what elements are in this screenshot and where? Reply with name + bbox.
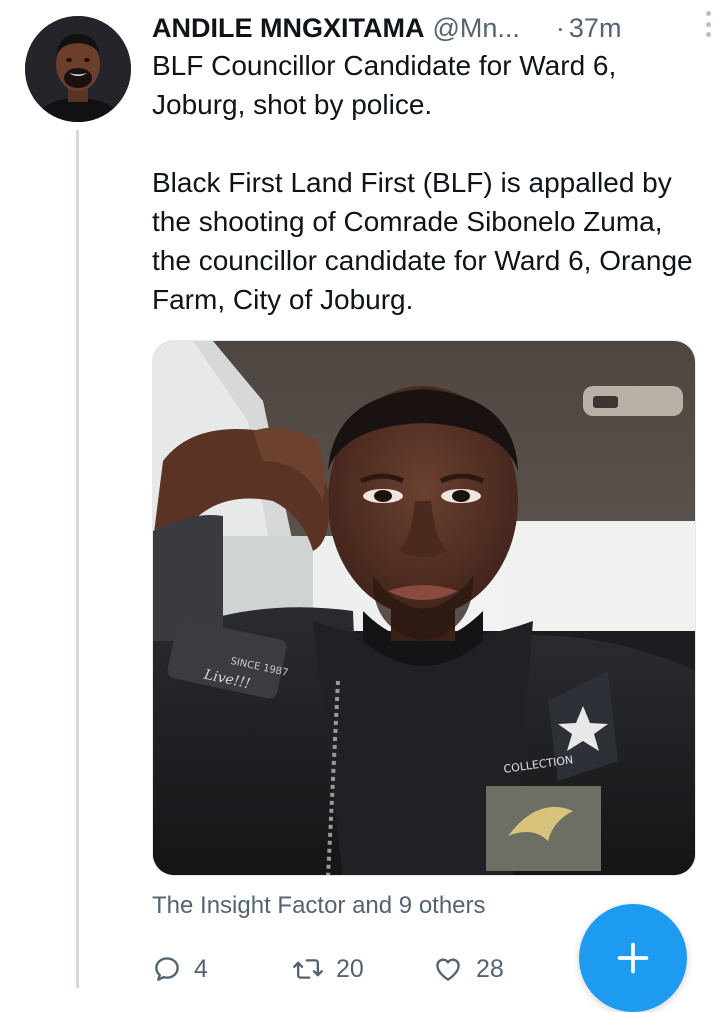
tweet-media-photo[interactable]: SINCE 1987 Live!!! COLLECTION: [152, 340, 696, 876]
thread-connector-line: [76, 130, 79, 988]
reply-icon: [155, 957, 179, 981]
avatar-photo: [25, 16, 131, 122]
author-display-name[interactable]: ANDILE MNGXITAMA: [152, 13, 424, 44]
avatar[interactable]: [25, 16, 131, 122]
tweet-actions: 4 20 28: [152, 946, 572, 992]
separator-dot: ·: [555, 12, 565, 43]
retweet-count: 20: [336, 954, 364, 983]
reply-count: 4: [194, 954, 208, 983]
plus-icon: [617, 942, 649, 974]
tweet-text-paragraph: BLF Councillor Candidate for Ward 6, Job…: [152, 50, 617, 120]
like-button[interactable]: 28: [432, 954, 572, 984]
tweet-text-paragraph: Black First Land First (BLF) is appalled…: [152, 167, 693, 315]
author-handle[interactable]: @Mn...: [432, 13, 519, 44]
compose-button[interactable]: [579, 904, 687, 1012]
reply-button[interactable]: 4: [152, 954, 292, 984]
photo-image: SINCE 1987 Live!!! COLLECTION: [153, 341, 695, 875]
tweet-timestamp[interactable]: 37m: [569, 13, 622, 44]
retweet-icon: [293, 959, 323, 979]
tweet-text: BLF Councillor Candidate for Ward 6, Job…: [152, 46, 697, 319]
retweet-button[interactable]: 20: [292, 954, 432, 984]
like-count: 28: [476, 954, 504, 983]
social-context[interactable]: The Insight Factor and 9 others: [152, 892, 486, 920]
tweet-header: ANDILE MNGXITAMA @Mn... · 37m: [152, 6, 692, 50]
more-vertical-icon[interactable]: [704, 11, 712, 37]
heart-icon: [436, 958, 460, 981]
